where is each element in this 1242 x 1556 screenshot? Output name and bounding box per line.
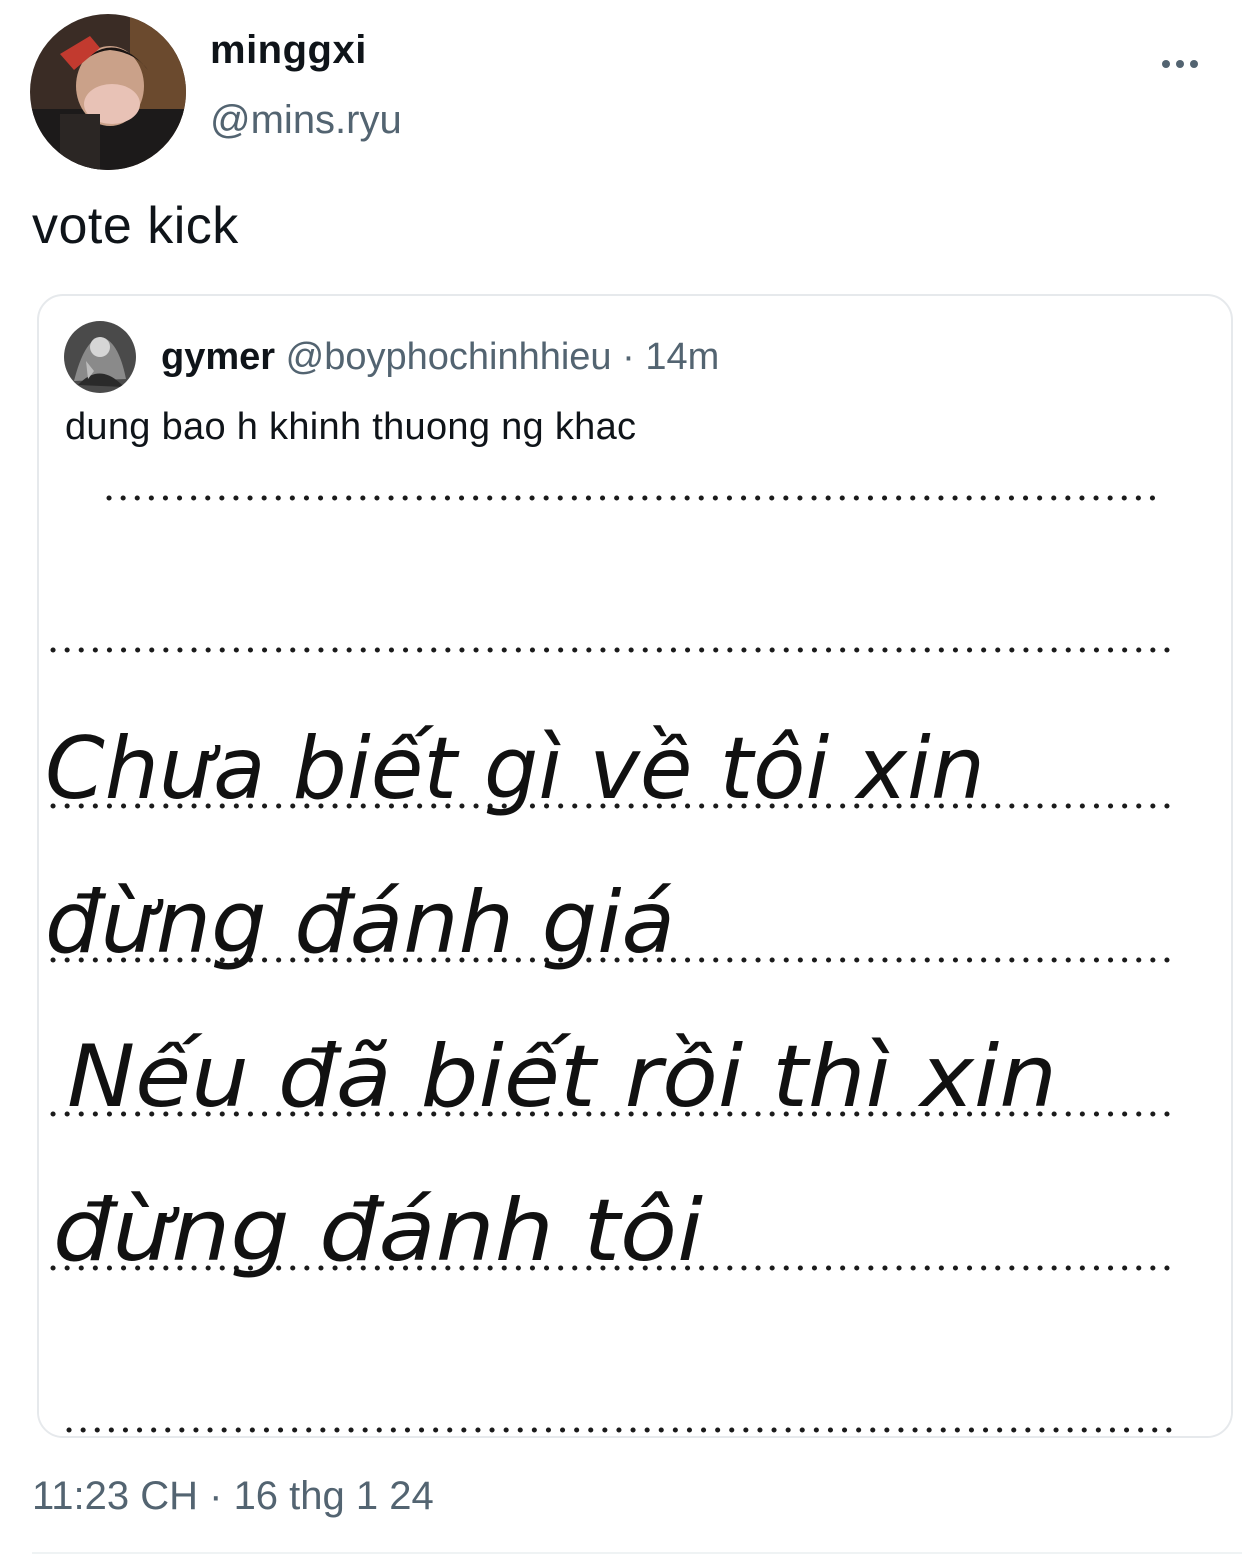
- quoted-avatar-image: [64, 321, 136, 393]
- author-display-name[interactable]: minggxi: [210, 28, 367, 73]
- more-options-button[interactable]: [1150, 44, 1210, 84]
- quoted-tweet-card[interactable]: gymer @boyphochinhhieu · 14m dung bao h …: [37, 294, 1233, 1438]
- divider: [32, 1552, 1242, 1554]
- quoted-tweet-header: gymer @boyphochinhhieu · 14m: [161, 336, 719, 379]
- author-avatar[interactable]: [30, 14, 186, 170]
- quoted-tweet-text: dung bao h khinh thuong ng khac: [65, 406, 637, 448]
- more-dot: [1190, 60, 1198, 68]
- quoted-separator: ·: [622, 336, 635, 378]
- handwriting-line: Chưa biết gì về tôi xin: [45, 719, 985, 819]
- quoted-tweet-image[interactable]: Chưa biết gì về tôi xin đừng đánh giá Nế…: [39, 476, 1231, 1438]
- more-horizontal-icon: [1162, 60, 1170, 68]
- handwriting-line: đừng đánh giá: [45, 873, 675, 973]
- tweet-text: vote kick: [32, 197, 239, 255]
- more-dot: [1176, 60, 1184, 68]
- handwriting-line: Nếu đã biết rồi thì xin: [67, 1027, 1057, 1127]
- tweet-timestamp[interactable]: 11:23 CH · 16 thg 1 24: [32, 1474, 434, 1519]
- handwriting-line: đừng đánh tôi: [53, 1181, 703, 1281]
- quoted-author-avatar[interactable]: [64, 321, 136, 393]
- quoted-display-name[interactable]: gymer: [161, 336, 275, 378]
- avatar-image: [30, 14, 186, 170]
- quoted-handle[interactable]: @boyphochinhhieu: [286, 336, 612, 378]
- author-handle[interactable]: @mins.ryu: [210, 98, 402, 143]
- quoted-time-ago[interactable]: 14m: [645, 336, 719, 378]
